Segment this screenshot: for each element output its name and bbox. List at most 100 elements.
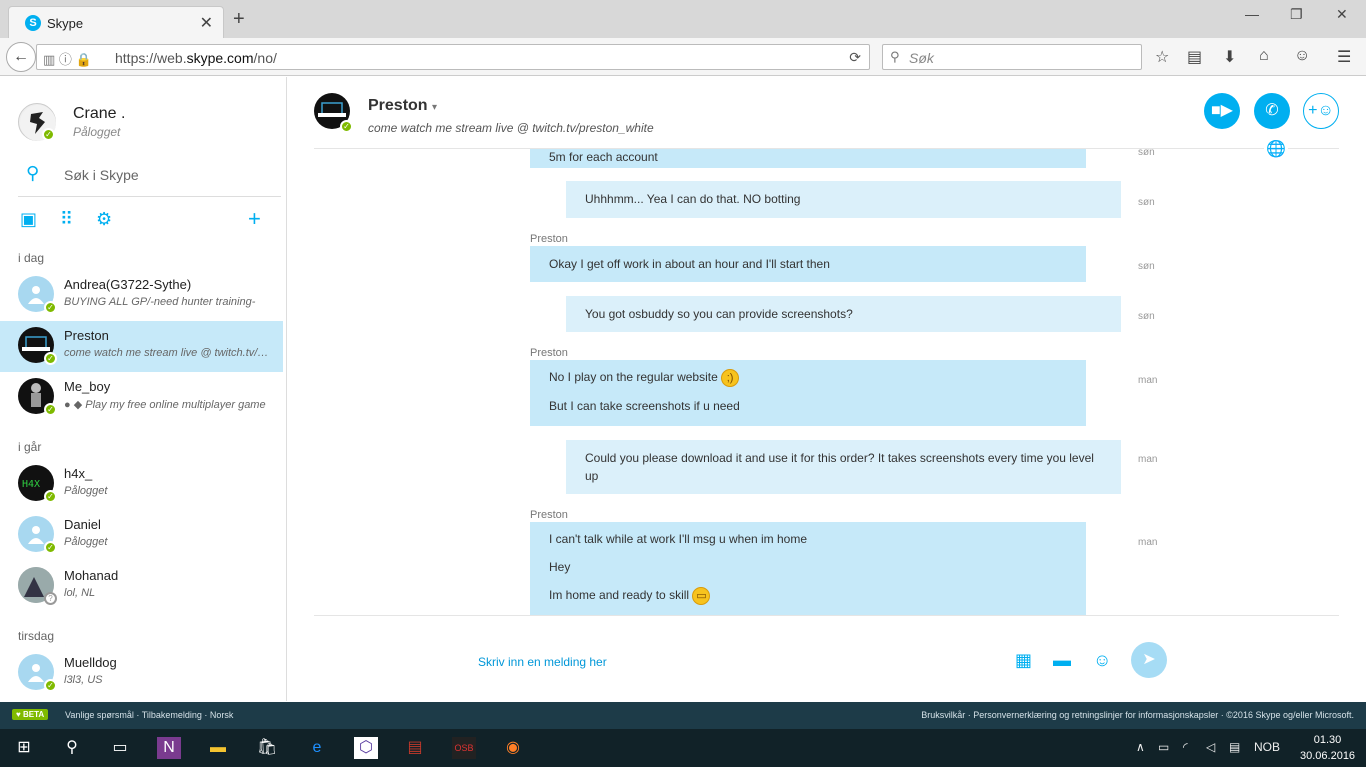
sender-name: Preston: [530, 509, 568, 521]
task-view-icon[interactable]: ▭: [108, 737, 132, 759]
reading-list-icon[interactable]: ▤: [1187, 47, 1202, 67]
chat-header: ✓ Preston ▾ come watch me stream live @ …: [288, 77, 1366, 147]
osbuddy-icon[interactable]: OSB: [452, 737, 476, 759]
language-indicator[interactable]: NOB: [1254, 740, 1280, 754]
sidebar-item-mohanad[interactable]: ? Mohanad lol, NL: [0, 561, 283, 612]
chat-contact-name[interactable]: Preston ▾: [368, 97, 437, 115]
close-tab-icon[interactable]: ✕: [200, 13, 213, 33]
reload-icon[interactable]: ⟳: [849, 49, 861, 66]
sidebar-item-daniel[interactable]: ✓ Daniel Pålogget: [0, 510, 283, 561]
volume-icon[interactable]: ◁: [1206, 740, 1215, 754]
sidebar-item-me-boy[interactable]: ✓ Me_boy ● ◆ Play my free online multipl…: [0, 372, 283, 423]
books-icon[interactable]: ▤: [403, 737, 427, 759]
store-icon[interactable]: 🛍: [255, 737, 279, 759]
file-explorer-icon[interactable]: ▬: [206, 737, 230, 759]
person-icon: [28, 526, 44, 544]
unknown-status-icon: ?: [44, 592, 57, 605]
message-bubble[interactable]: You got osbuddy so you can provide scree…: [566, 296, 1121, 332]
url-text: https://web.skype.com/no/: [115, 50, 277, 66]
message-bubble[interactable]: Okay I get off work in about an hour and…: [530, 246, 1086, 282]
new-tab-button[interactable]: +: [233, 8, 245, 31]
status-icon: ✓: [44, 301, 57, 314]
grin-emoji-icon: ▭: [692, 586, 711, 605]
contact-name: Andrea(G3722-Sythe): [64, 277, 192, 292]
search-icon: ⚲: [890, 49, 900, 64]
settings-gear-icon[interactable]: ⚙: [96, 209, 112, 230]
add-contact-plus-icon[interactable]: +: [248, 206, 261, 232]
contact-message: Pålogget: [64, 485, 108, 497]
dialpad-icon[interactable]: ⠿: [60, 209, 73, 230]
browser-search-placeholder: Søk: [909, 50, 934, 66]
menu-icon[interactable]: ☰: [1337, 47, 1351, 67]
system-clock[interactable]: 01.30 30.06.2016: [1300, 732, 1355, 764]
status-icon: ✓: [44, 352, 57, 365]
add-people-button[interactable]: +☺: [1303, 93, 1339, 129]
close-window-icon[interactable]: ✕: [1336, 6, 1348, 23]
emoticon-icon[interactable]: ☺: [1093, 650, 1111, 671]
message-time: man: [1138, 375, 1158, 386]
site-info-icon[interactable]: ▥ ⓘ 🔒: [43, 49, 92, 68]
home-icon[interactable]: ⌂: [1259, 47, 1269, 65]
contact-message: Pålogget: [64, 536, 108, 548]
bookmark-star-icon[interactable]: ☆: [1155, 47, 1169, 67]
address-bar[interactable]: ▥ ⓘ 🔒 https://web.skype.com/no/ ⟳: [36, 44, 870, 70]
message-bubble[interactable]: Uhhhmm... Yea I can do that. NO botting: [566, 181, 1121, 218]
message-bubble[interactable]: Could you please download it and use it …: [566, 440, 1121, 494]
onenote-icon[interactable]: N: [157, 737, 181, 759]
edge-icon[interactable]: e: [305, 737, 329, 759]
send-arrow-icon: ➤: [1142, 651, 1156, 668]
search-input[interactable]: Søk i Skype: [64, 167, 139, 183]
contact-message: lol, NL: [64, 587, 96, 599]
search-icon[interactable]: ⚲: [60, 737, 84, 759]
show-hidden-icons-icon[interactable]: ∧: [1136, 740, 1145, 754]
send-button[interactable]: ➤: [1131, 642, 1167, 678]
skype-icon: S: [25, 15, 41, 31]
send-file-icon[interactable]: ▦: [1015, 650, 1032, 671]
wifi-icon[interactable]: ◜: [1183, 740, 1188, 754]
restore-icon[interactable]: ❐: [1290, 6, 1303, 23]
search-icon: ⚲: [26, 163, 40, 183]
windows-start-icon[interactable]: ⊞: [12, 737, 36, 759]
message-time: man: [1138, 537, 1158, 548]
firefox-icon[interactable]: ◉: [501, 737, 525, 759]
message-bubble[interactable]: I can't talk while at work I'll msg u wh…: [530, 522, 1086, 615]
tab-skype[interactable]: S Skype ✕: [8, 6, 224, 38]
video-call-button[interactable]: ■▶: [1204, 93, 1240, 129]
online-status-icon: ✓: [42, 128, 55, 141]
message-bubble[interactable]: No I play on the regular website ;) But …: [530, 360, 1086, 426]
hello-icon[interactable]: ☺: [1294, 47, 1310, 65]
sidebar-search[interactable]: ⚲ Søk i Skype: [18, 159, 281, 197]
message-bubble[interactable]: 5m for each account: [530, 149, 1086, 168]
navigation-bar: ← ▥ ⓘ 🔒 https://web.skype.com/no/ ⟳ ⚲ Sø…: [0, 38, 1366, 76]
wink-emoji-icon: ;): [721, 368, 740, 387]
browser-search-input[interactable]: ⚲ Søk: [882, 44, 1142, 70]
contact-name: h4x_: [64, 466, 93, 481]
back-button[interactable]: ←: [6, 42, 36, 72]
sidebar-item-andrea[interactable]: ✓ Andrea(G3722-Sythe) BUYING ALL GP/-nee…: [0, 270, 283, 321]
profile-name[interactable]: Crane .: [73, 105, 125, 123]
downloads-icon[interactable]: ⬇: [1223, 47, 1236, 67]
sidebar-item-h4x[interactable]: H4X ✓ h4x_ Pålogget: [0, 459, 283, 510]
sidebar-item-preston[interactable]: ✓ Preston come watch me stream live @ tw…: [0, 321, 283, 372]
divider: [314, 615, 1339, 616]
group-label-yesterday: i går: [18, 440, 42, 454]
status-icon: ✓: [340, 120, 353, 133]
contacts-icon[interactable]: ▣: [20, 209, 37, 230]
status-icon: ✓: [44, 403, 57, 416]
app-icon[interactable]: ⬡: [354, 737, 378, 759]
message-time: søn: [1138, 311, 1155, 322]
footer-links-right[interactable]: Bruksvilkår · Personvernerklæring og ret…: [921, 710, 1354, 720]
message-time: søn: [1138, 197, 1155, 208]
action-center-icon[interactable]: ▤: [1229, 740, 1240, 754]
message-input[interactable]: Skriv inn en melding her: [478, 655, 607, 669]
message-list: 5m for each account søn Uhhhmm... Yea I …: [314, 149, 1339, 615]
footer-links-left[interactable]: Vanlige spørsmål · Tilbakemelding · Nors…: [65, 710, 233, 720]
chevron-down-icon[interactable]: ▾: [432, 102, 437, 113]
battery-icon[interactable]: ▭: [1158, 740, 1169, 754]
minimize-icon[interactable]: —: [1245, 6, 1259, 22]
sender-name: Preston: [530, 347, 568, 359]
send-contact-card-icon[interactable]: ▬: [1053, 650, 1071, 671]
voice-call-button[interactable]: ✆: [1254, 93, 1290, 129]
sidebar-item-muelldog[interactable]: ✓ Muelldog l3l3, US: [0, 648, 283, 699]
profile-status[interactable]: Pålogget: [73, 125, 120, 139]
